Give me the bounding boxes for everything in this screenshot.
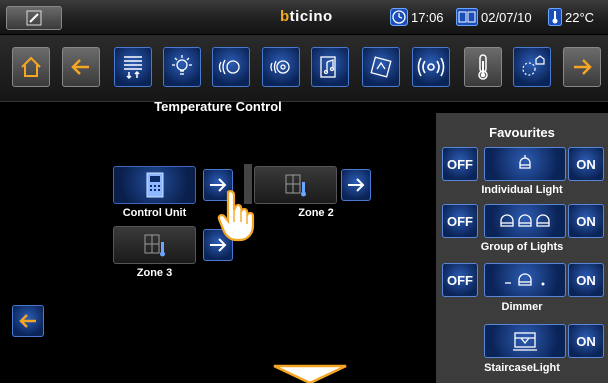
blinds-icon	[124, 56, 142, 80]
scenario-icon	[370, 56, 392, 78]
brand-logo: bticino	[280, 8, 333, 25]
function-toolbar	[0, 35, 608, 102]
radio-button[interactable]	[412, 47, 450, 87]
group-lights-off-button[interactable]: OFF	[442, 204, 478, 238]
light-group-icon	[270, 60, 290, 74]
staircase-light-icon	[513, 332, 537, 351]
back-button[interactable]	[62, 47, 100, 87]
staircase-light-label: StaircaseLight	[484, 362, 560, 374]
dimmer-on-button[interactable]: ON	[568, 263, 604, 297]
energy-button[interactable]	[513, 47, 551, 87]
control-unit-tile[interactable]	[113, 166, 196, 204]
back-arrow-icon	[71, 59, 89, 75]
calendar-icon	[456, 8, 478, 26]
dimmer-tile[interactable]	[484, 263, 566, 297]
group-lights-on-button[interactable]: ON	[568, 204, 604, 238]
light-bulb-icon	[172, 55, 192, 75]
dimmer-light-icon	[218, 59, 240, 75]
automation-button[interactable]	[114, 47, 152, 87]
audio-button[interactable]	[311, 47, 349, 87]
time-text: 17:06	[411, 9, 444, 25]
light-group-button[interactable]	[262, 47, 300, 87]
individual-light-label: Individual Light	[481, 184, 563, 196]
lamp-icon	[519, 155, 531, 169]
home-icon	[21, 56, 41, 77]
forward-arrow-icon	[348, 178, 365, 192]
scenario-button[interactable]	[362, 47, 400, 87]
scroll-down-icon[interactable]	[272, 364, 348, 383]
zone-3-label: Zone 3	[136, 267, 173, 279]
clock: 17:06	[390, 7, 444, 27]
hand-pointer-icon	[217, 190, 255, 242]
dimmer-off-button[interactable]: OFF	[442, 263, 478, 297]
status-bar: bticino 17:06 02/07/10 22°C	[0, 0, 608, 35]
individual-light-tile[interactable]	[484, 147, 566, 181]
date-text: 02/07/10	[481, 9, 532, 25]
clock-icon	[390, 8, 408, 26]
thermometer-icon	[478, 54, 488, 80]
back-button[interactable]	[12, 305, 44, 337]
radio-waves-icon	[417, 57, 445, 77]
control-unit-icon	[146, 172, 163, 198]
dimmer-icon	[505, 273, 545, 286]
temperature-button[interactable]	[464, 47, 502, 87]
temperature: 22°C	[548, 7, 594, 27]
pencil-icon	[26, 10, 42, 26]
energy-icon	[522, 55, 545, 76]
edit-button[interactable]	[6, 6, 62, 30]
date: 02/07/10	[456, 7, 532, 27]
group-lights-tile[interactable]	[484, 204, 566, 238]
individual-light-off-button[interactable]: OFF	[442, 147, 478, 181]
zone-3-tile[interactable]	[113, 226, 196, 264]
forward-arrow-icon	[574, 59, 592, 75]
lighting-button[interactable]	[163, 47, 201, 87]
staircase-light-on-button[interactable]: ON	[568, 324, 604, 358]
home-button[interactable]	[12, 47, 50, 87]
page-title: Temperature Control	[154, 99, 282, 114]
zone-thermometer-icon	[285, 174, 306, 197]
zone-thermometer-icon	[144, 234, 165, 257]
back-arrow-icon	[19, 314, 36, 328]
favourites-panel: Favourites OFF ON Individual Light OFF O…	[436, 113, 608, 383]
audio-icon	[320, 56, 336, 78]
zone-2-label: Zone 2	[298, 207, 334, 219]
group-lights-label: Group of Lights	[480, 241, 564, 253]
control-unit-label: Control Unit	[122, 207, 187, 219]
dimmer-button[interactable]	[212, 47, 250, 87]
thermometer-icon	[548, 8, 562, 26]
forward-button[interactable]	[563, 47, 601, 87]
lamps-group-icon	[500, 214, 550, 227]
dimmer-label: Dimmer	[501, 301, 543, 313]
staircase-light-tile[interactable]	[484, 324, 566, 358]
favourites-title: Favourites	[489, 125, 555, 140]
individual-light-on-button[interactable]: ON	[568, 147, 604, 181]
zone-2-open-button[interactable]	[341, 169, 371, 201]
temperature-text: 22°C	[565, 9, 595, 25]
